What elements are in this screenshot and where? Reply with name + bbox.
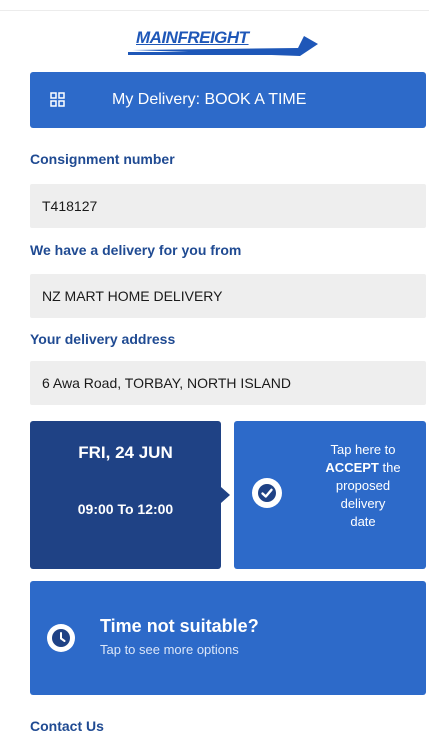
time-not-suitable-button[interactable]: Time not suitable? Tap to see more optio…	[30, 581, 426, 695]
proposed-date-card: FRI, 24 JUN 09:00 To 12:00	[30, 421, 221, 569]
consignment-value: T418127	[42, 198, 98, 214]
sender-label: We have a delivery for you from	[30, 242, 242, 258]
consignment-label: Consignment number	[30, 151, 175, 167]
accept-line-2: ACCEPT the	[304, 459, 422, 477]
accept-line-5: date	[350, 514, 376, 529]
accept-text: Tap here to ACCEPT the proposed delivery…	[304, 441, 422, 531]
accept-line-3: proposed	[335, 478, 391, 493]
grid-icon	[50, 92, 65, 107]
check-circle-icon	[252, 478, 282, 508]
date-card-pointer	[221, 487, 230, 503]
delivery-date: FRI, 24 JUN	[78, 443, 173, 462]
brand-logo: MAINFREIGHT	[128, 26, 324, 58]
top-divider	[0, 10, 429, 11]
accept-the: the	[382, 460, 401, 475]
sender-value: NZ MART HOME DELIVERY	[42, 288, 223, 304]
logo-text: MAINFREIGHT	[136, 28, 249, 47]
clock-icon	[47, 624, 75, 652]
address-field: 6 Awa Road, TORBAY, NORTH ISLAND	[30, 361, 426, 405]
accept-line-4: delivery	[340, 496, 386, 511]
sender-field: NZ MART HOME DELIVERY	[30, 274, 426, 318]
delivery-time: 09:00 To 12:00	[77, 501, 174, 517]
address-label: Your delivery address	[30, 331, 176, 347]
consignment-field: T418127	[30, 184, 426, 228]
time-not-suitable-heading: Time not suitable?	[100, 616, 259, 636]
more-options-subtext: Tap to see more options	[100, 642, 239, 657]
accept-date-button[interactable]: Tap here to ACCEPT the proposed delivery…	[234, 421, 426, 569]
accept-line-1: Tap here to	[330, 442, 396, 457]
accept-strong: ACCEPT	[325, 460, 379, 475]
address-value: 6 Awa Road, TORBAY, NORTH ISLAND	[42, 375, 291, 391]
book-a-time-banner[interactable]: My Delivery: BOOK A TIME	[30, 72, 426, 128]
banner-title: My Delivery: BOOK A TIME	[112, 91, 307, 108]
contact-us-link[interactable]: Contact Us	[30, 718, 104, 734]
